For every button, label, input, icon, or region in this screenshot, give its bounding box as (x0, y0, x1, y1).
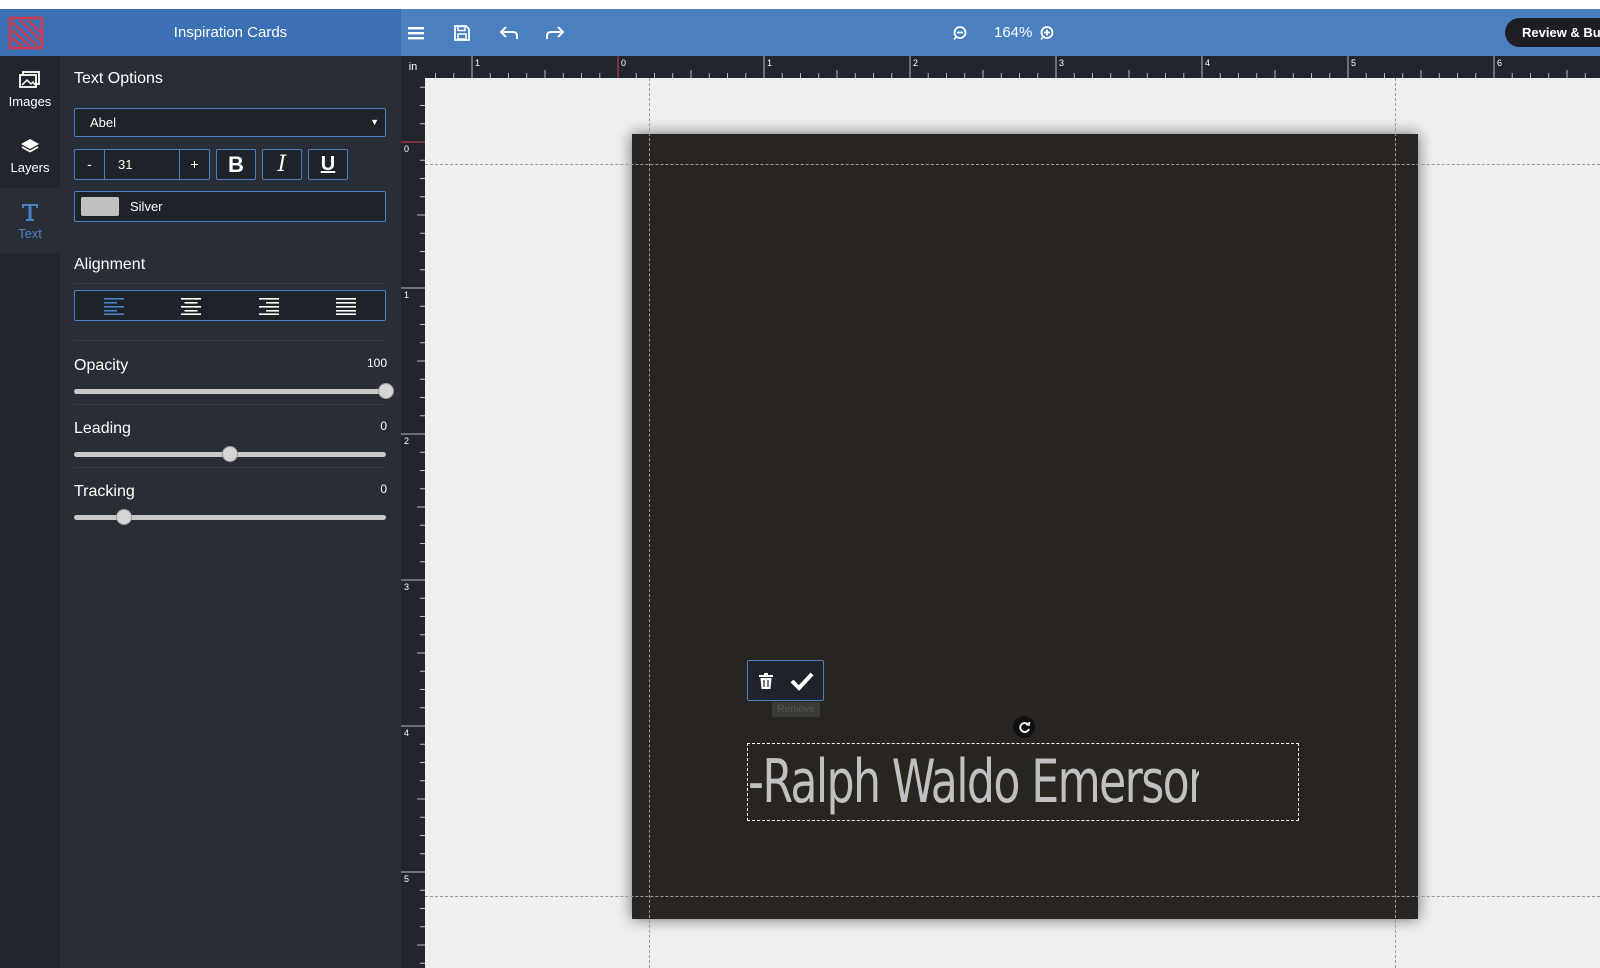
undo-icon[interactable] (497, 21, 521, 45)
alignment-heading: Alignment (74, 256, 146, 273)
canvas-area[interactable]: Remove -Ralph Waldo Emerson (425, 78, 1600, 968)
align-right-icon (258, 297, 279, 315)
confirm-button[interactable] (784, 661, 820, 700)
selected-text-layer[interactable]: -Ralph Waldo Emerson (747, 743, 1299, 821)
text-options-panel: Text Options Abel ▼ - + B I U Silver Ali… (60, 56, 401, 968)
text-color-picker[interactable]: Silver (74, 191, 386, 222)
divider (74, 467, 386, 468)
panel-heading: Text Options (74, 70, 163, 87)
zoom-level: 164% (994, 24, 1033, 41)
ruler-label: 5 (1351, 58, 1356, 68)
leading-slider[interactable] (74, 446, 386, 462)
ruler-label: 4 (1205, 58, 1210, 68)
ruler-label: 5 (404, 874, 409, 884)
align-center-button[interactable] (153, 291, 231, 320)
color-name: Silver (130, 199, 163, 214)
quote-author-text[interactable]: -Ralph Waldo Emerson (748, 744, 1199, 820)
remove-tooltip: Remove (772, 702, 820, 717)
font-size-stepper: - + (74, 149, 210, 180)
divider (74, 340, 386, 341)
ruler-label: 0 (621, 58, 626, 68)
ruler-label: 4 (404, 728, 409, 738)
bold-button[interactable]: B (216, 149, 256, 180)
trash-icon (759, 672, 773, 689)
opacity-slider-thumb[interactable] (378, 383, 394, 399)
nav-text[interactable]: Text (0, 188, 60, 254)
font-size-input[interactable] (106, 150, 178, 179)
opacity-value: 100 (366, 356, 387, 370)
app-title: Inspiration Cards (173, 24, 288, 41)
menu-icon[interactable] (404, 21, 428, 45)
font-family-select[interactable]: Abel ▼ (74, 108, 386, 137)
align-right-button[interactable] (230, 291, 308, 320)
rotate-handle[interactable] (1013, 716, 1035, 738)
alignment-group (74, 290, 386, 321)
tracking-value: 0 (380, 482, 387, 496)
nav-images[interactable]: Images (0, 56, 60, 122)
opacity-slider[interactable] (74, 383, 394, 399)
tracking-slider-thumb[interactable] (115, 509, 132, 525)
opacity-label: Opacity (74, 357, 129, 374)
vertical-ruler: 0 1 2 3 4 5 (401, 78, 425, 968)
italic-button[interactable]: I (262, 149, 302, 180)
nav-images-label: Images (8, 94, 52, 109)
font-size-increase-button[interactable]: + (179, 150, 209, 179)
ruler-label: 6 (1497, 58, 1502, 68)
nav-layers-label: Layers (10, 160, 50, 175)
ruler-label: 3 (404, 582, 409, 592)
align-left-button[interactable] (75, 291, 153, 320)
tracking-slider[interactable] (74, 509, 386, 525)
main-toolbar: 164% (401, 9, 1600, 56)
color-swatch (81, 197, 119, 216)
tracking-label: Tracking (74, 483, 135, 500)
guide-line (425, 164, 1600, 165)
align-center-icon (181, 297, 202, 315)
nav-rail: Images Layers Text (0, 56, 60, 968)
nav-text-label: Text (18, 226, 42, 241)
ruler-label: 2 (404, 436, 409, 446)
text-icon (22, 204, 38, 221)
brand-logo-icon (8, 16, 44, 50)
zoom-in-icon[interactable] (1035, 21, 1059, 45)
check-icon (790, 672, 814, 691)
delete-button[interactable] (748, 661, 784, 700)
app-header: Inspiration Cards (0, 9, 401, 56)
save-icon[interactable] (450, 21, 474, 45)
ruler-unit: in (401, 56, 425, 78)
ruler-label: 1 (767, 58, 772, 68)
layers-icon (21, 139, 39, 153)
align-left-icon (103, 297, 124, 315)
guide-line (425, 896, 1600, 897)
divider (74, 404, 386, 405)
redo-icon[interactable] (543, 21, 567, 45)
leading-label: Leading (74, 420, 131, 437)
divider (74, 283, 386, 284)
align-justify-button[interactable] (308, 291, 386, 320)
guide-line (1395, 78, 1396, 968)
ruler-label: 1 (475, 58, 480, 68)
guide-line (649, 78, 650, 968)
selection-toolbar (747, 660, 824, 701)
design-editor: Inspiration Cards 164% Review & Bu Image… (0, 9, 1600, 968)
ruler-label: 1 (404, 290, 409, 300)
rotate-icon (1018, 721, 1030, 733)
zoom-out-icon[interactable] (948, 21, 972, 45)
ruler-label: 2 (913, 58, 918, 68)
leading-value: 0 (380, 419, 387, 433)
nav-layers[interactable]: Layers (0, 122, 60, 188)
horizontal-ruler: 1 0 1 2 3 4 5 6 (425, 56, 1600, 78)
review-buy-button[interactable]: Review & Bu (1505, 18, 1600, 47)
images-icon (19, 71, 40, 88)
leading-slider-thumb[interactable] (222, 446, 238, 462)
ruler-label: 0 (404, 144, 409, 154)
align-justify-icon (336, 297, 357, 315)
ruler-label: 3 (1059, 58, 1064, 68)
caret-down-icon: ▼ (370, 117, 379, 127)
font-family-value: Abel (90, 115, 117, 130)
font-size-decrease-button[interactable]: - (75, 150, 105, 179)
underline-button[interactable]: U (308, 149, 348, 180)
